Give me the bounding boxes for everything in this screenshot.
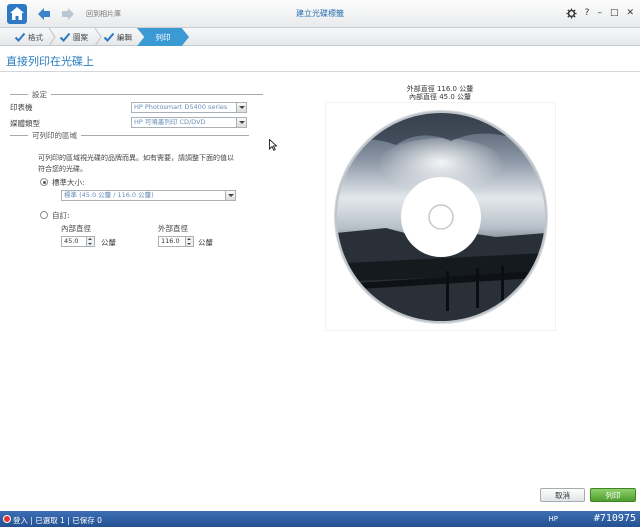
tab-label: 編輯 <box>117 32 132 42</box>
tab-format[interactable]: 格式 <box>12 28 43 46</box>
hp-label: HP <box>548 515 559 523</box>
inner-diameter-caption: 內部直徑 45.0 公釐 <box>408 93 472 101</box>
inner-diameter-input[interactable]: 45.0 <box>61 236 95 247</box>
settings-section-header: 設定 <box>10 89 263 100</box>
outer-diameter-input[interactable]: 116.0 <box>158 236 194 247</box>
status-text: 登入 | 已選取 1 | 已保存 0 <box>13 516 102 525</box>
divider <box>0 71 640 72</box>
mouse-cursor-icon <box>269 139 277 151</box>
media-type-select[interactable]: HP 可噴墨列印 CD/DVD <box>131 117 247 128</box>
top-toolbar: 回到相片庫 建立光碟標籤 ? – □ ✕ <box>0 0 640 28</box>
inner-diameter-unit: 公釐 <box>101 238 116 247</box>
wizard-tabs: 格式 圖案 編輯 列印 <box>0 28 640 46</box>
checkmark-icon <box>14 32 26 42</box>
disc-preview-image <box>334 110 548 324</box>
printer-select-value: HP Photosmart D5400 series <box>134 103 228 111</box>
tab-label: 圖案 <box>73 32 88 42</box>
maximize-button[interactable]: □ <box>610 7 619 19</box>
checkmark-icon <box>103 32 115 42</box>
standard-size-radio[interactable] <box>40 178 48 186</box>
back-arrow-icon[interactable] <box>36 6 52 22</box>
printable-area-section-label: 可列印的區域 <box>32 131 77 140</box>
printable-area-description: 可列印的區域視光碟的品牌而異。如有需要，請調整下面的值以符合您的光碟。 <box>38 154 234 173</box>
standard-size-select-value: 標準 (45.0 公釐 / 116.0 公釐) <box>64 191 154 199</box>
login-status-icon[interactable] <box>3 515 11 523</box>
forward-arrow-icon[interactable] <box>60 6 76 22</box>
page-title: 直接列印在光碟上 <box>6 55 94 68</box>
close-button[interactable]: ✕ <box>626 7 634 19</box>
disc-preview-panel <box>326 103 555 330</box>
outer-diameter-value: 116.0 <box>161 237 180 245</box>
back-to-library-link[interactable]: 回到相片庫 <box>86 9 121 19</box>
printer-label: 印表機 <box>10 103 33 112</box>
status-id: #710975 <box>593 513 636 524</box>
tab-label: 格式 <box>28 32 43 42</box>
tab-separator <box>48 28 56 46</box>
cancel-button[interactable]: 取消 <box>540 488 585 502</box>
print-button[interactable]: 列印 <box>590 488 636 502</box>
media-type-label: 媒體類型 <box>10 119 40 128</box>
chevron-down-icon[interactable] <box>236 118 246 127</box>
chevron-down-icon[interactable] <box>225 191 235 200</box>
window-controls: ? – □ ✕ <box>566 7 634 19</box>
help-button[interactable]: ? <box>585 7 590 19</box>
printer-select[interactable]: HP Photosmart D5400 series <box>131 102 247 113</box>
outer-diameter-unit: 公釐 <box>198 238 213 247</box>
printable-area-section-header: 可列印的區域 <box>10 130 249 141</box>
inner-diameter-label: 內部直徑 <box>61 224 91 233</box>
custom-size-radio[interactable] <box>40 211 48 219</box>
checkmark-icon <box>59 32 71 42</box>
home-icon[interactable] <box>6 3 28 25</box>
inner-diameter-value: 45.0 <box>64 237 79 245</box>
custom-size-label: 自訂: <box>52 211 70 220</box>
spinner-arrows-icon[interactable] <box>86 237 94 246</box>
media-type-select-value: HP 可噴墨列印 CD/DVD <box>134 118 206 126</box>
settings-section-label: 設定 <box>32 90 47 99</box>
tab-graphics[interactable]: 圖案 <box>57 28 88 46</box>
tab-edit[interactable]: 編輯 <box>101 28 132 46</box>
minimize-button[interactable]: – <box>597 7 602 19</box>
tab-print[interactable]: 列印 <box>137 28 189 46</box>
spinner-arrows-icon[interactable] <box>185 237 193 246</box>
gear-icon[interactable] <box>566 7 577 19</box>
standard-size-select[interactable]: 標準 (45.0 公釐 / 116.0 公釐) <box>61 190 236 201</box>
status-bar: 登入 | 已選取 1 | 已保存 0 HP #710975 <box>0 511 640 527</box>
standard-size-label: 標準大小: <box>52 178 85 187</box>
chevron-down-icon[interactable] <box>236 103 246 112</box>
outer-diameter-label: 外部直徑 <box>158 224 188 233</box>
